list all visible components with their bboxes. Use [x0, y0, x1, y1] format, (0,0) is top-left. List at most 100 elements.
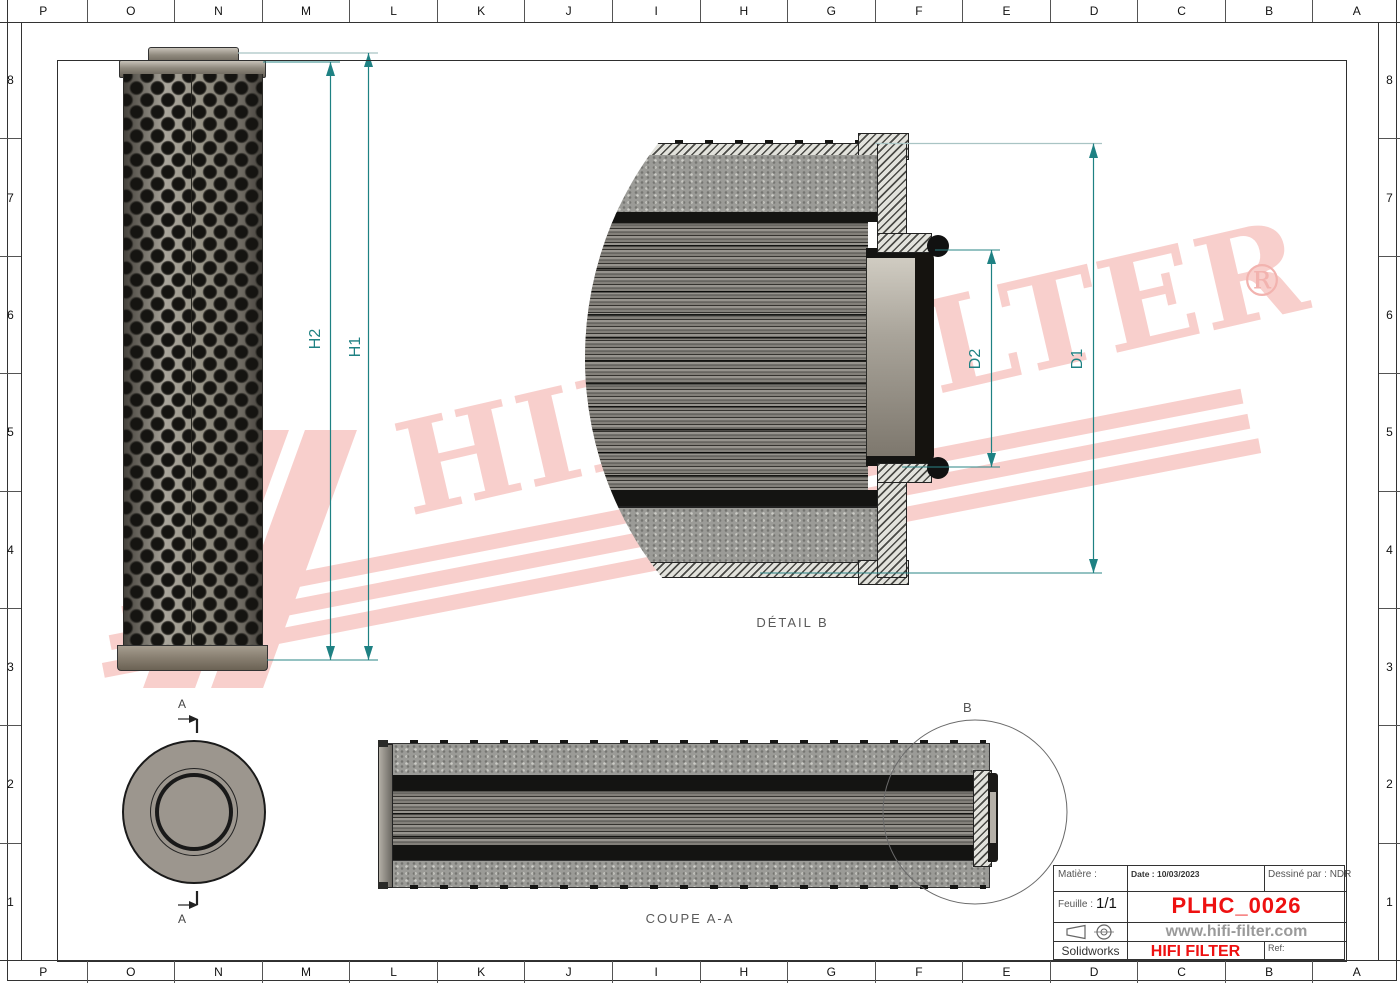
title-block-divider	[1054, 891, 1346, 892]
sheet-number: 1/1	[1096, 895, 1117, 912]
pleated-media-section	[585, 222, 868, 490]
filter-bottom-cap	[117, 645, 268, 671]
mesh-center-seam	[191, 74, 192, 652]
grid-number: 6	[0, 256, 21, 373]
grid-band-right: 87654321	[1378, 22, 1400, 960]
section-bottom-notches	[380, 885, 986, 889]
brand-name: HIFI FILTER	[1127, 943, 1264, 961]
grid-number: 1	[0, 843, 21, 960]
website-text: www.hifi-filter.com	[1127, 923, 1346, 941]
section-cut-letter-top: A	[178, 697, 186, 711]
grid-letter: O	[87, 961, 175, 983]
date-label: Date : 10/03/2023	[1131, 869, 1200, 879]
grid-letter: B	[1225, 961, 1313, 983]
grid-band-top: PONMLKJIHGFEDCBA	[0, 0, 1400, 23]
grid-letter: M	[262, 961, 350, 983]
grid-number: 8	[1379, 22, 1400, 138]
grid-letter: F	[875, 0, 963, 22]
ref-label: Ref:	[1268, 943, 1285, 953]
grid-letter: E	[962, 0, 1050, 22]
detail-circle-letter: B	[963, 700, 972, 715]
o-ring-bottom	[927, 457, 949, 479]
grid-letter: F	[875, 961, 963, 983]
part-number: PLHC_0026	[1127, 893, 1346, 919]
end-cap-section	[585, 155, 905, 215]
left-cap-notch	[378, 882, 388, 889]
grid-number: 7	[1379, 138, 1400, 255]
grid-number: 3	[0, 608, 21, 725]
registered-trademark-icon: ®	[1240, 256, 1284, 307]
title-block-divider	[1264, 866, 1265, 891]
grid-number: 2	[1379, 725, 1400, 842]
title-block-divider	[1264, 941, 1265, 961]
inner-tube	[866, 248, 916, 466]
grid-letter: L	[349, 0, 437, 22]
grid-letter: N	[174, 0, 262, 22]
seal-band-bottom	[384, 845, 978, 860]
grid-letter: K	[437, 961, 525, 983]
dim-label-d2: D2	[967, 349, 985, 369]
grid-letter: O	[87, 0, 175, 22]
grid-letter: E	[962, 961, 1050, 983]
drawn-by-label: Dessiné par : NDR	[1268, 869, 1351, 880]
collar-wall-lower	[877, 472, 907, 578]
title-block-divider	[1054, 941, 1346, 942]
section-cut-letter-bottom: A	[178, 912, 186, 926]
grid-letter: A	[1312, 0, 1400, 22]
grid-number: 5	[0, 373, 21, 490]
collar-seal-highlight	[990, 792, 996, 843]
collar-lip-bottom	[877, 463, 932, 483]
grid-letter: L	[349, 961, 437, 983]
collar-lip-top	[877, 233, 932, 253]
grid-letter: P	[0, 0, 87, 22]
seal-band-top	[384, 775, 978, 790]
grid-letter: H	[700, 961, 788, 983]
grid-letter: I	[612, 961, 700, 983]
projection-symbol-icon	[1064, 924, 1120, 940]
grid-band-bottom: PONMLKJIHGFEDCBA	[0, 960, 1400, 983]
collar-wall-upper	[877, 143, 907, 244]
left-end-cap	[378, 744, 393, 888]
grid-number: 1	[1379, 843, 1400, 960]
outer-shell-bottom	[380, 860, 990, 888]
grid-letter: I	[612, 0, 700, 22]
grid-letter: D	[1050, 961, 1138, 983]
drawing-sheet: HIFI FILTER ® A A	[0, 0, 1400, 983]
grid-letter: A	[1312, 961, 1400, 983]
filter-perforated-mesh	[123, 74, 263, 652]
grid-number: 6	[1379, 256, 1400, 373]
grid-letter: C	[1137, 0, 1225, 22]
grid-number: 2	[0, 725, 21, 842]
o-ring-top	[927, 235, 949, 257]
seal-band-top	[585, 212, 877, 222]
grid-letter: J	[524, 961, 612, 983]
grid-number: 8	[0, 22, 21, 138]
grid-number: 7	[0, 138, 21, 255]
seal-band-bottom	[585, 490, 877, 506]
dim-label-d1: D1	[1069, 349, 1087, 369]
grid-letter: P	[0, 961, 87, 983]
grid-number: 3	[1379, 608, 1400, 725]
coupe-a-a-view	[378, 740, 1003, 890]
grid-number: 4	[1379, 491, 1400, 608]
grid-letter: K	[437, 0, 525, 22]
grid-letter: D	[1050, 0, 1138, 22]
left-cap-notch	[378, 740, 388, 747]
grid-letter: C	[1137, 961, 1225, 983]
grid-letter: G	[787, 0, 875, 22]
dim-label-h2: H2	[307, 329, 325, 349]
grid-letter: J	[524, 0, 612, 22]
material-label: Matière :	[1058, 869, 1097, 880]
grid-number: 5	[1379, 373, 1400, 490]
seal-ring-section	[915, 250, 934, 464]
pleated-media-section	[384, 790, 973, 845]
top-view-inner-ring	[155, 773, 233, 851]
grid-band-left: 87654321	[0, 22, 22, 960]
grid-letter: H	[700, 0, 788, 22]
grid-number: 4	[0, 491, 21, 608]
outer-shell-top	[380, 743, 990, 777]
detail-b-caption: DÉTAIL B	[720, 615, 865, 630]
dim-label-h1: H1	[347, 337, 365, 357]
coupe-a-a-caption: COUPE A-A	[615, 911, 765, 926]
grid-letter: N	[174, 961, 262, 983]
